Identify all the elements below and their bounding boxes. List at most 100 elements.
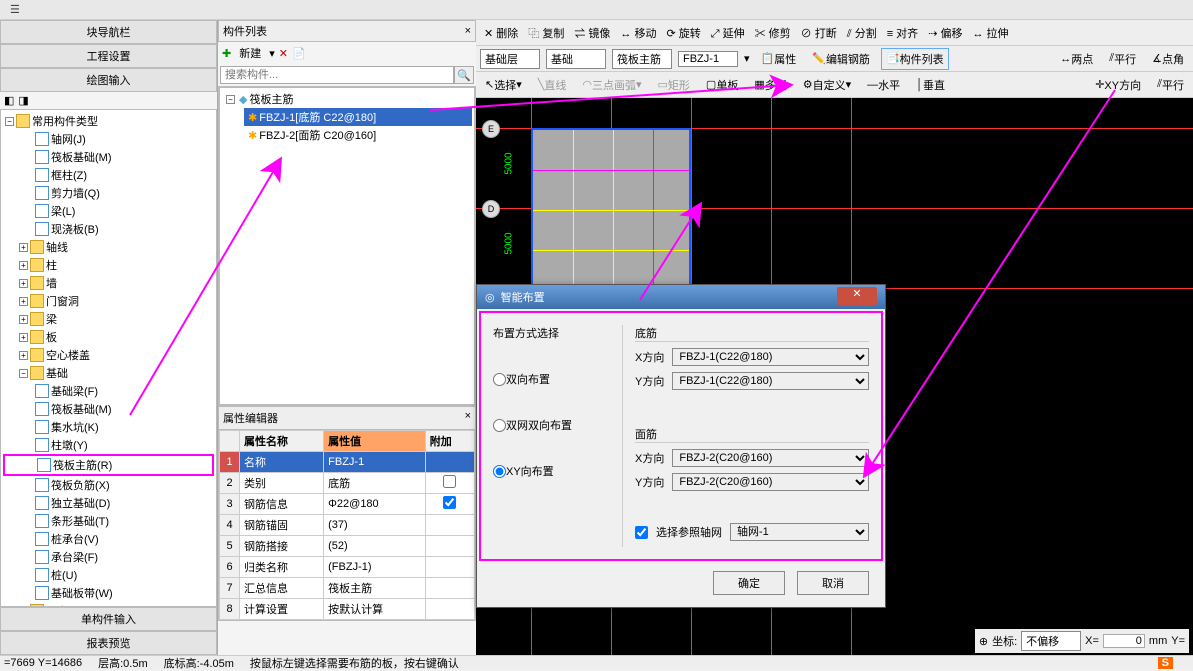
btn-editsteel[interactable]: ✏️ 编辑钢筋 — [807, 48, 875, 70]
x-input[interactable] — [1103, 634, 1145, 648]
radio-xy[interactable]: XY向布置 — [493, 463, 622, 479]
btn-parallel2[interactable]: ⫽ 平行 — [1152, 74, 1189, 96]
bottom-y-select[interactable]: FBZJ-1(C22@180) — [672, 372, 869, 390]
tree-item[interactable]: 条形基础(T) — [3, 512, 214, 530]
prop-row[interactable]: 4钢筋锚固(37) — [220, 515, 475, 536]
tree-root[interactable]: −常用构件类型 — [3, 112, 214, 130]
tree-item[interactable]: 桩承台(V) — [3, 530, 214, 548]
comp-item-2[interactable]: ✱FBZJ-2[面筋 C20@160] — [244, 126, 472, 144]
new-button[interactable]: 新建 — [235, 44, 265, 62]
btn-multi-board[interactable]: ▦ 多板 — [749, 74, 791, 96]
doc-icon[interactable]: 📄 — [292, 47, 306, 60]
tree-group[interactable]: +门窗洞 — [3, 292, 214, 310]
collapse-icon[interactable]: − — [5, 117, 14, 126]
tree-item[interactable]: 筏板基础(M) — [3, 148, 214, 166]
tree-item[interactable]: 现浇板(B) — [3, 220, 214, 238]
icon[interactable]: ◨ — [18, 94, 28, 107]
radio-bidirectional[interactable]: 双向布置 — [493, 371, 622, 387]
btn-vert[interactable]: │ 垂直 — [911, 74, 950, 96]
tree-item[interactable]: 独立基础(D) — [3, 494, 214, 512]
delete-icon[interactable]: ✕ — [279, 47, 288, 60]
prop-row[interactable]: 6归类名称(FBZJ-1) — [220, 557, 475, 578]
ribbon-btn[interactable]: ⟳ 旋转 — [662, 23, 704, 43]
combo-floor[interactable]: 基础层 — [480, 49, 540, 69]
cancel-button[interactable]: 取消 — [797, 571, 869, 595]
ref-axis-check[interactable] — [635, 526, 648, 539]
ribbon-btn[interactable]: ⤢ 延伸 — [707, 23, 749, 43]
top-x-select[interactable]: FBZJ-2(C20@160) — [672, 449, 869, 467]
close-button[interactable]: ✕ — [837, 287, 877, 305]
tree-group[interactable]: +空心楼盖 — [3, 346, 214, 364]
combo-type[interactable]: 筏板主筋 — [612, 49, 672, 69]
tree-item[interactable]: 柱墩(Y) — [3, 436, 214, 454]
tree-group[interactable]: +墙 — [3, 274, 214, 292]
combo-inst[interactable]: FBZJ-1 — [678, 51, 738, 67]
btn-parallel[interactable]: ⫽ 平行 — [1104, 48, 1141, 70]
icon[interactable]: ◧ — [4, 94, 14, 107]
bottom-x-select[interactable]: FBZJ-1(C22@180) — [672, 348, 869, 366]
ok-button[interactable]: 确定 — [713, 571, 785, 595]
tree-group[interactable]: +梁 — [3, 310, 214, 328]
radio-doublenet[interactable]: 双网双向布置 — [493, 417, 622, 433]
btn-horiz[interactable]: — 水平 — [862, 74, 905, 96]
tree-item[interactable]: 框柱(Z) — [3, 166, 214, 184]
tree-item[interactable]: 筏板负筋(X) — [3, 476, 214, 494]
ribbon-btn[interactable]: ↔ 拉伸 — [968, 23, 1012, 43]
tree-group[interactable]: +轴线 — [3, 238, 214, 256]
slab-area[interactable] — [531, 128, 691, 288]
offset-combo[interactable]: 不偏移 — [1021, 631, 1081, 651]
tree-foundation[interactable]: −基础 — [3, 364, 214, 382]
prop-row[interactable]: 7汇总信息筏板主筋 — [220, 578, 475, 599]
ribbon-btn[interactable]: ✕ 删除 — [480, 23, 522, 43]
ime-indicator[interactable]: S — [1158, 657, 1173, 669]
btn-xy-direction[interactable]: ✛ XY方向 — [1090, 74, 1146, 96]
prop-row[interactable]: 8计算设置按默认计算 — [220, 599, 475, 620]
ribbon-btn[interactable]: ⿻ 复制 — [524, 23, 568, 43]
add-icon[interactable]: ✚ — [222, 47, 231, 60]
tree-group[interactable]: +柱 — [3, 256, 214, 274]
prop-row[interactable]: 3钢筋信息Φ22@180 — [220, 494, 475, 515]
report-preview[interactable]: 报表预览 — [0, 631, 217, 655]
dialog-title-bar[interactable]: ◎ 智能布置 ✕ — [477, 285, 885, 309]
btn-single-board[interactable]: ▢ 单板 — [701, 74, 743, 96]
btn-select[interactable]: ↖ 选择 ▾ — [480, 74, 527, 96]
collapse-icon[interactable]: − — [19, 369, 28, 378]
tree-item[interactable]: 筏板基础(M) — [3, 400, 214, 418]
ribbon-btn[interactable]: ⫽ 分割 — [843, 23, 881, 43]
ref-axis-select[interactable]: 轴网-1 — [730, 523, 869, 541]
tree-item[interactable]: 桩(U) — [3, 566, 214, 584]
project-settings[interactable]: 工程设置 — [0, 44, 217, 68]
prop-row[interactable]: 5钢筋搭接(52) — [220, 536, 475, 557]
tree-item[interactable]: 剪力墙(Q) — [3, 184, 214, 202]
ribbon-btn[interactable]: ✂ 修剪 — [751, 23, 795, 43]
prop-row[interactable]: 1名称FBZJ-1 — [220, 452, 475, 473]
btn-complist[interactable]: 📑 构件列表 — [881, 48, 949, 70]
tree-item[interactable]: 基础板带(W) — [3, 584, 214, 602]
ribbon-btn[interactable]: ≡ 对齐 — [883, 23, 922, 43]
ribbon-btn[interactable]: ↔ 移动 — [616, 23, 660, 43]
search-input[interactable] — [220, 66, 454, 84]
nav-tree[interactable]: −常用构件类型 轴网(J)筏板基础(M)框柱(Z)剪力墙(Q)梁(L)现浇板(B… — [0, 109, 217, 607]
tree-group[interactable]: +板 — [3, 328, 214, 346]
btn-attr[interactable]: 📋 属性 — [756, 48, 802, 70]
tree-item[interactable]: 集水坑(K) — [3, 418, 214, 436]
ribbon-btn[interactable]: ⊘ 打断 — [797, 23, 841, 43]
single-input[interactable]: 单构件输入 — [0, 607, 217, 631]
comp-item-1[interactable]: ✱FBZJ-1[底筋 C22@180] — [244, 108, 472, 126]
tree-item[interactable]: 轴网(J) — [3, 130, 214, 148]
property-table[interactable]: 属性名称 属性值 附加 1名称FBZJ-12类别底筋3钢筋信息Φ22@1804钢… — [219, 430, 475, 620]
drawing-input[interactable]: 绘图输入 — [0, 68, 217, 92]
prop-row[interactable]: 2类别底筋 — [220, 473, 475, 494]
top-y-select[interactable]: FBZJ-2(C20@160) — [672, 473, 869, 491]
btn-twopoint[interactable]: ↔ 两点 — [1055, 48, 1098, 70]
tree-item[interactable]: 承台梁(F) — [3, 548, 214, 566]
btn-pointangle[interactable]: ∡ 点角 — [1147, 48, 1189, 70]
search-button[interactable]: 🔍 — [454, 66, 474, 84]
tree-item[interactable]: 基础梁(F) — [3, 382, 214, 400]
ribbon-btn[interactable]: ⇢ 偏移 — [924, 23, 966, 43]
btn-custom[interactable]: ⚙ 自定义 ▾ — [798, 74, 856, 96]
ribbon-btn[interactable]: ⇌ 镜像 — [570, 23, 614, 43]
tree-foundation-highlight[interactable]: 筏板主筋(R) — [3, 454, 214, 476]
comp-root[interactable]: −◆筏板主筋 — [222, 90, 472, 108]
component-tree[interactable]: −◆筏板主筋 ✱FBZJ-1[底筋 C22@180] ✱FBZJ-2[面筋 C2… — [218, 86, 476, 406]
